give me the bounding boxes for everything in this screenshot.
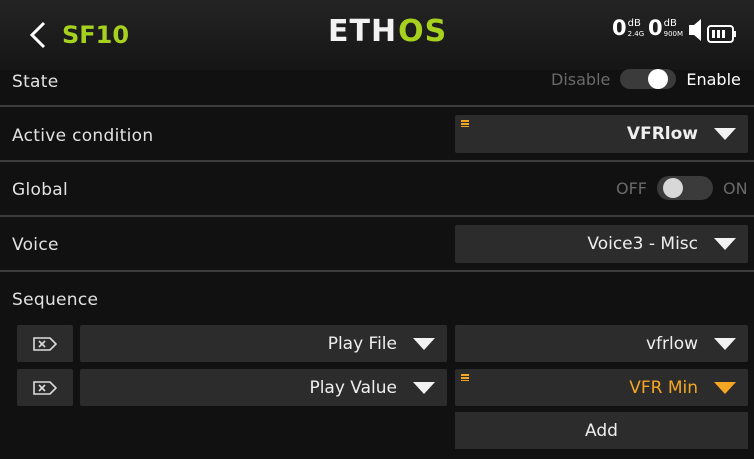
ethos-logo: ETH OS <box>328 14 448 49</box>
clear-item-button[interactable] <box>17 369 73 406</box>
chevron-down-icon <box>413 381 435 394</box>
active-condition-select[interactable]: VFRlow <box>455 115 748 153</box>
state-off-label: Disable <box>551 70 611 89</box>
voice-select[interactable]: Voice3 - Misc <box>455 225 748 263</box>
source-indicator-icon <box>461 120 469 127</box>
source-indicator-icon <box>461 374 469 381</box>
voice-label: Voice <box>12 235 59 255</box>
sequence-value-select[interactable]: VFR Min <box>455 369 748 406</box>
clear-icon <box>33 380 57 395</box>
clear-icon <box>33 336 57 351</box>
chevron-down-icon <box>714 381 736 394</box>
screen: SF10 ETH OS 0 dB 2.4G 0 dB 900M State Disab <box>0 0 754 459</box>
rssi-900-readout: 0 dB 900M <box>648 16 684 40</box>
back-arrow-icon[interactable] <box>27 20 49 50</box>
top-bar: SF10 ETH OS 0 dB 2.4G 0 dB 900M <box>0 0 754 70</box>
global-label: Global <box>12 180 69 200</box>
rssi-2g4-readout: 0 dB 2.4G <box>612 16 645 40</box>
settings-list: State Disable Enable Active condition VF… <box>0 68 754 459</box>
state-switch[interactable] <box>620 68 677 89</box>
sequence-action-select[interactable]: Play File <box>80 325 447 362</box>
global-switch[interactable] <box>657 176 713 200</box>
global-toggle[interactable]: OFF ON <box>616 176 748 200</box>
sequence-label: Sequence <box>12 290 99 310</box>
global-on-label: ON <box>723 178 748 198</box>
sequence-action-select[interactable]: Play Value <box>80 369 447 406</box>
chevron-down-icon <box>413 337 435 350</box>
state-toggle[interactable]: Disable Enable <box>551 68 741 89</box>
add-button[interactable]: Add <box>455 412 748 449</box>
global-off-label: OFF <box>616 178 647 198</box>
chevron-down-icon <box>714 337 736 350</box>
sequence-file-select[interactable]: vfrlow <box>455 325 748 362</box>
divider <box>0 215 754 217</box>
state-on-label: Enable <box>686 70 741 89</box>
battery-icon <box>707 25 736 43</box>
chevron-down-icon <box>714 128 736 140</box>
divider <box>0 160 754 162</box>
divider <box>0 105 754 107</box>
screen-title: SF10 <box>62 21 130 49</box>
state-label: State <box>12 72 59 92</box>
clear-item-button[interactable] <box>17 325 73 362</box>
speaker-icon[interactable] <box>689 17 703 43</box>
chevron-down-icon <box>714 238 736 250</box>
divider <box>0 270 754 272</box>
active-condition-label: Active condition <box>12 126 154 146</box>
